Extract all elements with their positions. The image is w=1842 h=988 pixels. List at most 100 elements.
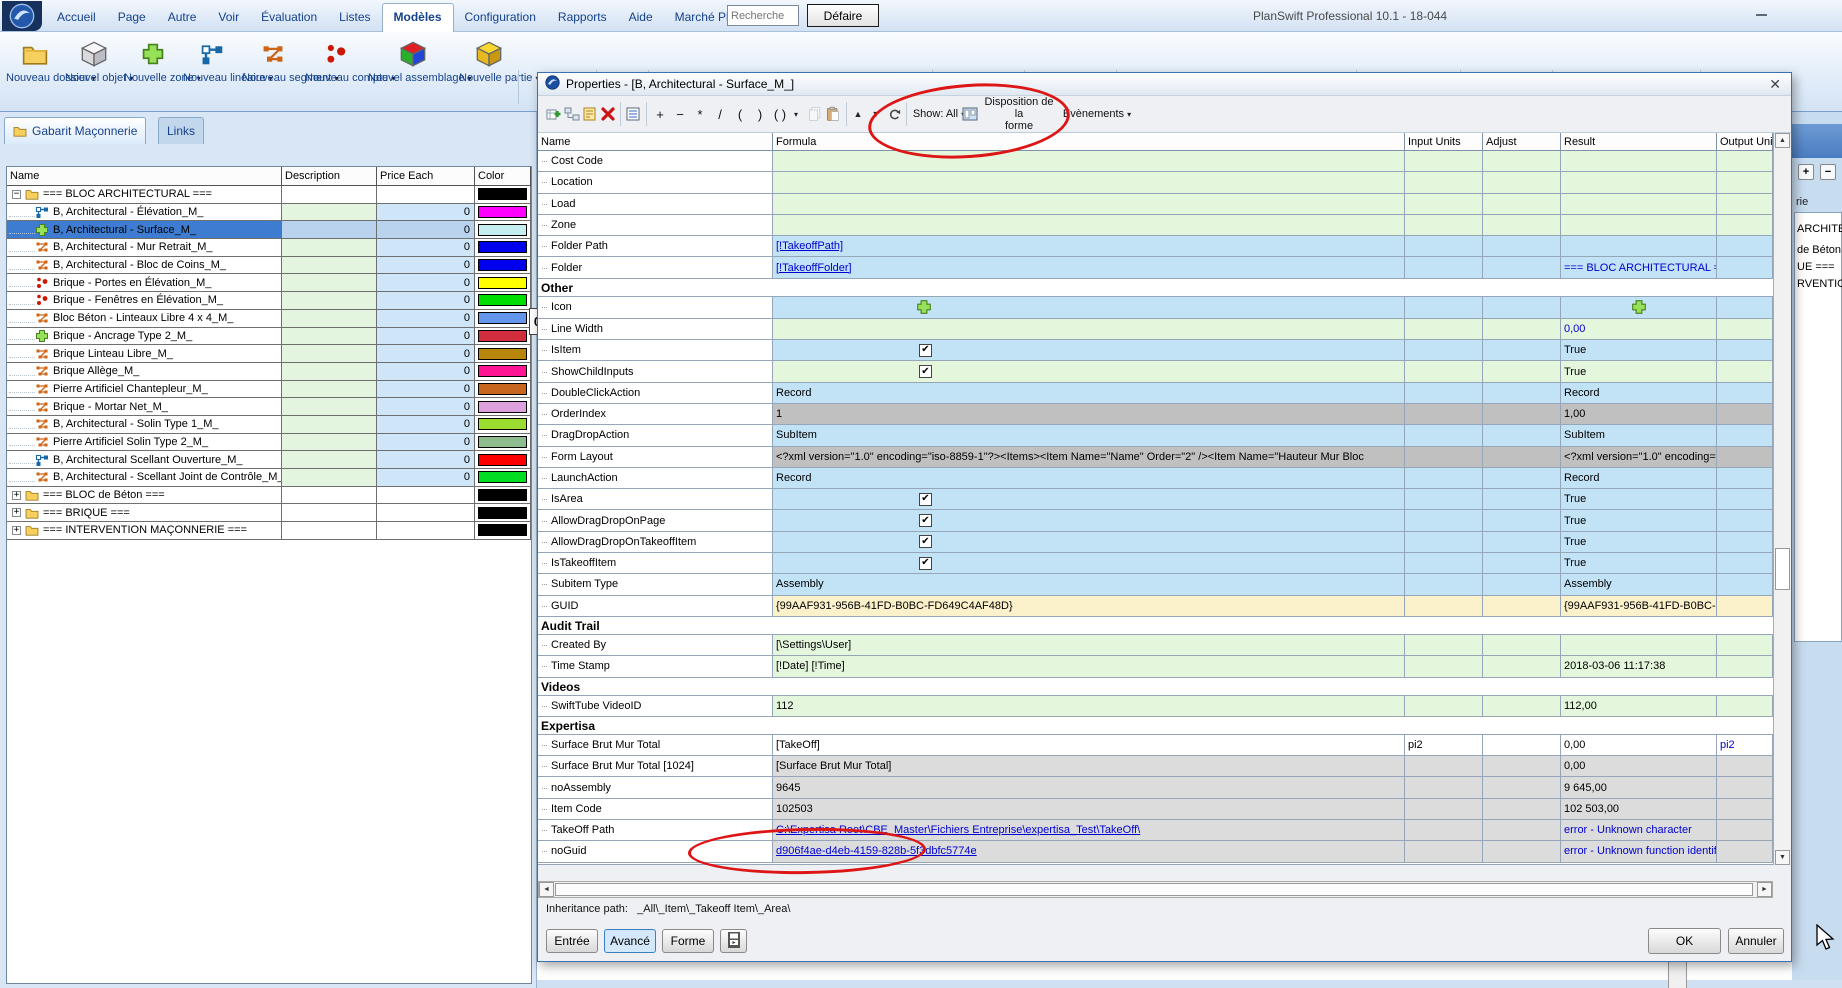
prop-adjust[interactable] (1483, 194, 1561, 215)
hscrollbar-thumb[interactable] (555, 883, 1753, 896)
prop-adjust[interactable] (1483, 215, 1561, 236)
tree-cell-description[interactable] (282, 469, 377, 487)
tree-cell-color[interactable] (475, 345, 531, 363)
operator-button-3[interactable]: / (710, 103, 730, 125)
scrollbar-thumb[interactable] (1775, 548, 1790, 590)
tree-cell-description[interactable] (282, 381, 377, 399)
prop-name[interactable]: Cost Code (538, 151, 773, 172)
prop-input-units[interactable] (1405, 425, 1483, 446)
tree-cell-price[interactable]: 0 (377, 257, 475, 275)
prop-formula[interactable]: [Surface Brut Mur Total] (773, 756, 1405, 777)
menu-item-mod-les[interactable]: Modèles (382, 3, 454, 32)
tree-expander-icon[interactable]: − (12, 190, 21, 199)
prop-output-units[interactable] (1717, 799, 1773, 820)
prop-output-units[interactable] (1717, 215, 1773, 236)
prop-output-units[interactable] (1717, 656, 1773, 677)
prop-name[interactable]: AllowDragDropOnPage (538, 510, 773, 531)
tree-row-bloc-b-ton-linteaux-libre-4-x-4-m[interactable]: Bloc Béton - Linteaux Libre 4 x 4_M_0 (7, 310, 531, 328)
tree-cell-description[interactable] (282, 239, 377, 257)
prop-formula[interactable]: [!TakeoffFolder] (773, 257, 1405, 278)
tree-cell-color[interactable] (475, 398, 531, 416)
nouvelle-zone-button[interactable]: Nouvelle zone ▾ (124, 34, 182, 85)
prop-formula[interactable]: ✔ (773, 510, 1405, 531)
prop-name[interactable]: Icon (538, 297, 773, 319)
prop-input-units[interactable] (1405, 468, 1483, 489)
prop-formula[interactable]: d906f4ae-d4eb-4159-828b-5f3dbfc5774e (773, 841, 1405, 862)
prop-input-units[interactable] (1405, 361, 1483, 382)
tree-expander-icon[interactable]: + (12, 508, 21, 517)
prop-output-units[interactable] (1717, 510, 1773, 531)
prop-adjust[interactable] (1483, 841, 1561, 862)
nouveau-compte-button[interactable]: Nouveau compte ▾ (305, 34, 367, 85)
prop-name[interactable]: Folder Path (538, 236, 773, 257)
tree-cell-color[interactable] (475, 310, 531, 328)
prop-input-units[interactable] (1405, 489, 1483, 510)
prop-name[interactable]: Item Code (538, 799, 773, 820)
dialog-titlebar[interactable]: Properties - [B, Architectural - Surface… (538, 73, 1791, 96)
tree-cell-price[interactable]: 0 (377, 416, 475, 434)
tab-links[interactable]: Links (158, 117, 204, 144)
tree-cell-price[interactable]: 0 (377, 204, 475, 222)
tree-cell-color[interactable] (475, 221, 531, 239)
prop-formula[interactable]: ✔ (773, 489, 1405, 510)
tree-cell-color[interactable] (475, 434, 531, 452)
tree-cell-color[interactable] (475, 416, 531, 434)
prop-input-units[interactable] (1405, 340, 1483, 361)
prop-name[interactable]: IsItem (538, 340, 773, 361)
tree-cell-price[interactable] (377, 522, 475, 540)
menu-item-listes[interactable]: Listes (328, 4, 381, 32)
tree-cell-price[interactable] (377, 487, 475, 505)
tree-cell-description[interactable] (282, 434, 377, 452)
prop-adjust[interactable] (1483, 635, 1561, 656)
scroll-left-icon[interactable]: ◄ (539, 882, 554, 897)
prop-formula[interactable] (773, 172, 1405, 193)
add-property-icon[interactable] (545, 103, 563, 125)
prop-name[interactable]: IsTakeoffItem (538, 553, 773, 574)
tree-cell-description[interactable] (282, 451, 377, 469)
prop-input-units[interactable] (1405, 596, 1483, 617)
prop-output-units[interactable] (1717, 696, 1773, 717)
prop-column-header-output-units[interactable]: Output Units (1717, 133, 1773, 151)
tree-row-b-architectural-scellant-joint-de-contr-[interactable]: B, Architectural - Scellant Joint de Con… (7, 469, 531, 487)
tree-row-bloc-de-b-ton[interactable]: +=== BLOC de Béton === (7, 487, 531, 505)
close-icon[interactable]: ✕ (1769, 76, 1781, 93)
prop-name[interactable]: Time Stamp (538, 656, 773, 677)
form-layout-icon[interactable] (962, 103, 978, 125)
tree-cell-description[interactable] (282, 310, 377, 328)
prop-output-units[interactable] (1717, 172, 1773, 193)
prop-input-units[interactable] (1405, 172, 1483, 193)
list-view-icon[interactable] (624, 103, 642, 125)
tree-cell-description[interactable] (282, 292, 377, 310)
prop-input-units[interactable] (1405, 510, 1483, 531)
tree-row-brique-ancrage-type-2-m[interactable]: Brique - Ancrage Type 2_M_0 (7, 328, 531, 346)
prop-output-units[interactable] (1717, 574, 1773, 595)
tree-cell-price[interactable]: 0 (377, 239, 475, 257)
prop-output-units[interactable] (1717, 635, 1773, 656)
tree-cell-description[interactable] (282, 363, 377, 381)
prop-output-units[interactable] (1717, 447, 1773, 468)
tree-row-b-architectural-mur-retrait-m[interactable]: B, Architectural - Mur Retrait_M_0 (7, 239, 531, 257)
prop-input-units[interactable] (1405, 820, 1483, 841)
tree-cell-color[interactable] (475, 186, 531, 204)
tree-cell-price[interactable] (377, 186, 475, 204)
prop-adjust[interactable] (1483, 404, 1561, 425)
prop-adjust[interactable] (1483, 361, 1561, 382)
prop-input-units[interactable]: pi2 (1405, 735, 1483, 756)
avance-button[interactable]: Avancé (604, 929, 656, 953)
tree-cell-color[interactable] (475, 257, 531, 275)
prop-adjust[interactable] (1483, 447, 1561, 468)
tree-cell-price[interactable] (377, 504, 475, 522)
tree-cell-description[interactable] (282, 274, 377, 292)
tree-cell-color[interactable] (475, 363, 531, 381)
prop-name[interactable]: OrderIndex (538, 404, 773, 425)
scroll-right-icon[interactable]: ► (1757, 882, 1772, 897)
tree-cell-price[interactable]: 0 (377, 451, 475, 469)
prop-adjust[interactable] (1483, 696, 1561, 717)
tree-cell-description[interactable] (282, 398, 377, 416)
prop-name[interactable]: Surface Brut Mur Total (538, 735, 773, 756)
prop-formula[interactable]: 1 (773, 404, 1405, 425)
prop-formula[interactable]: [!Date] [!Time] (773, 656, 1405, 677)
prop-input-units[interactable] (1405, 553, 1483, 574)
prop-adjust[interactable] (1483, 172, 1561, 193)
operator-button-1[interactable]: − (670, 103, 690, 125)
